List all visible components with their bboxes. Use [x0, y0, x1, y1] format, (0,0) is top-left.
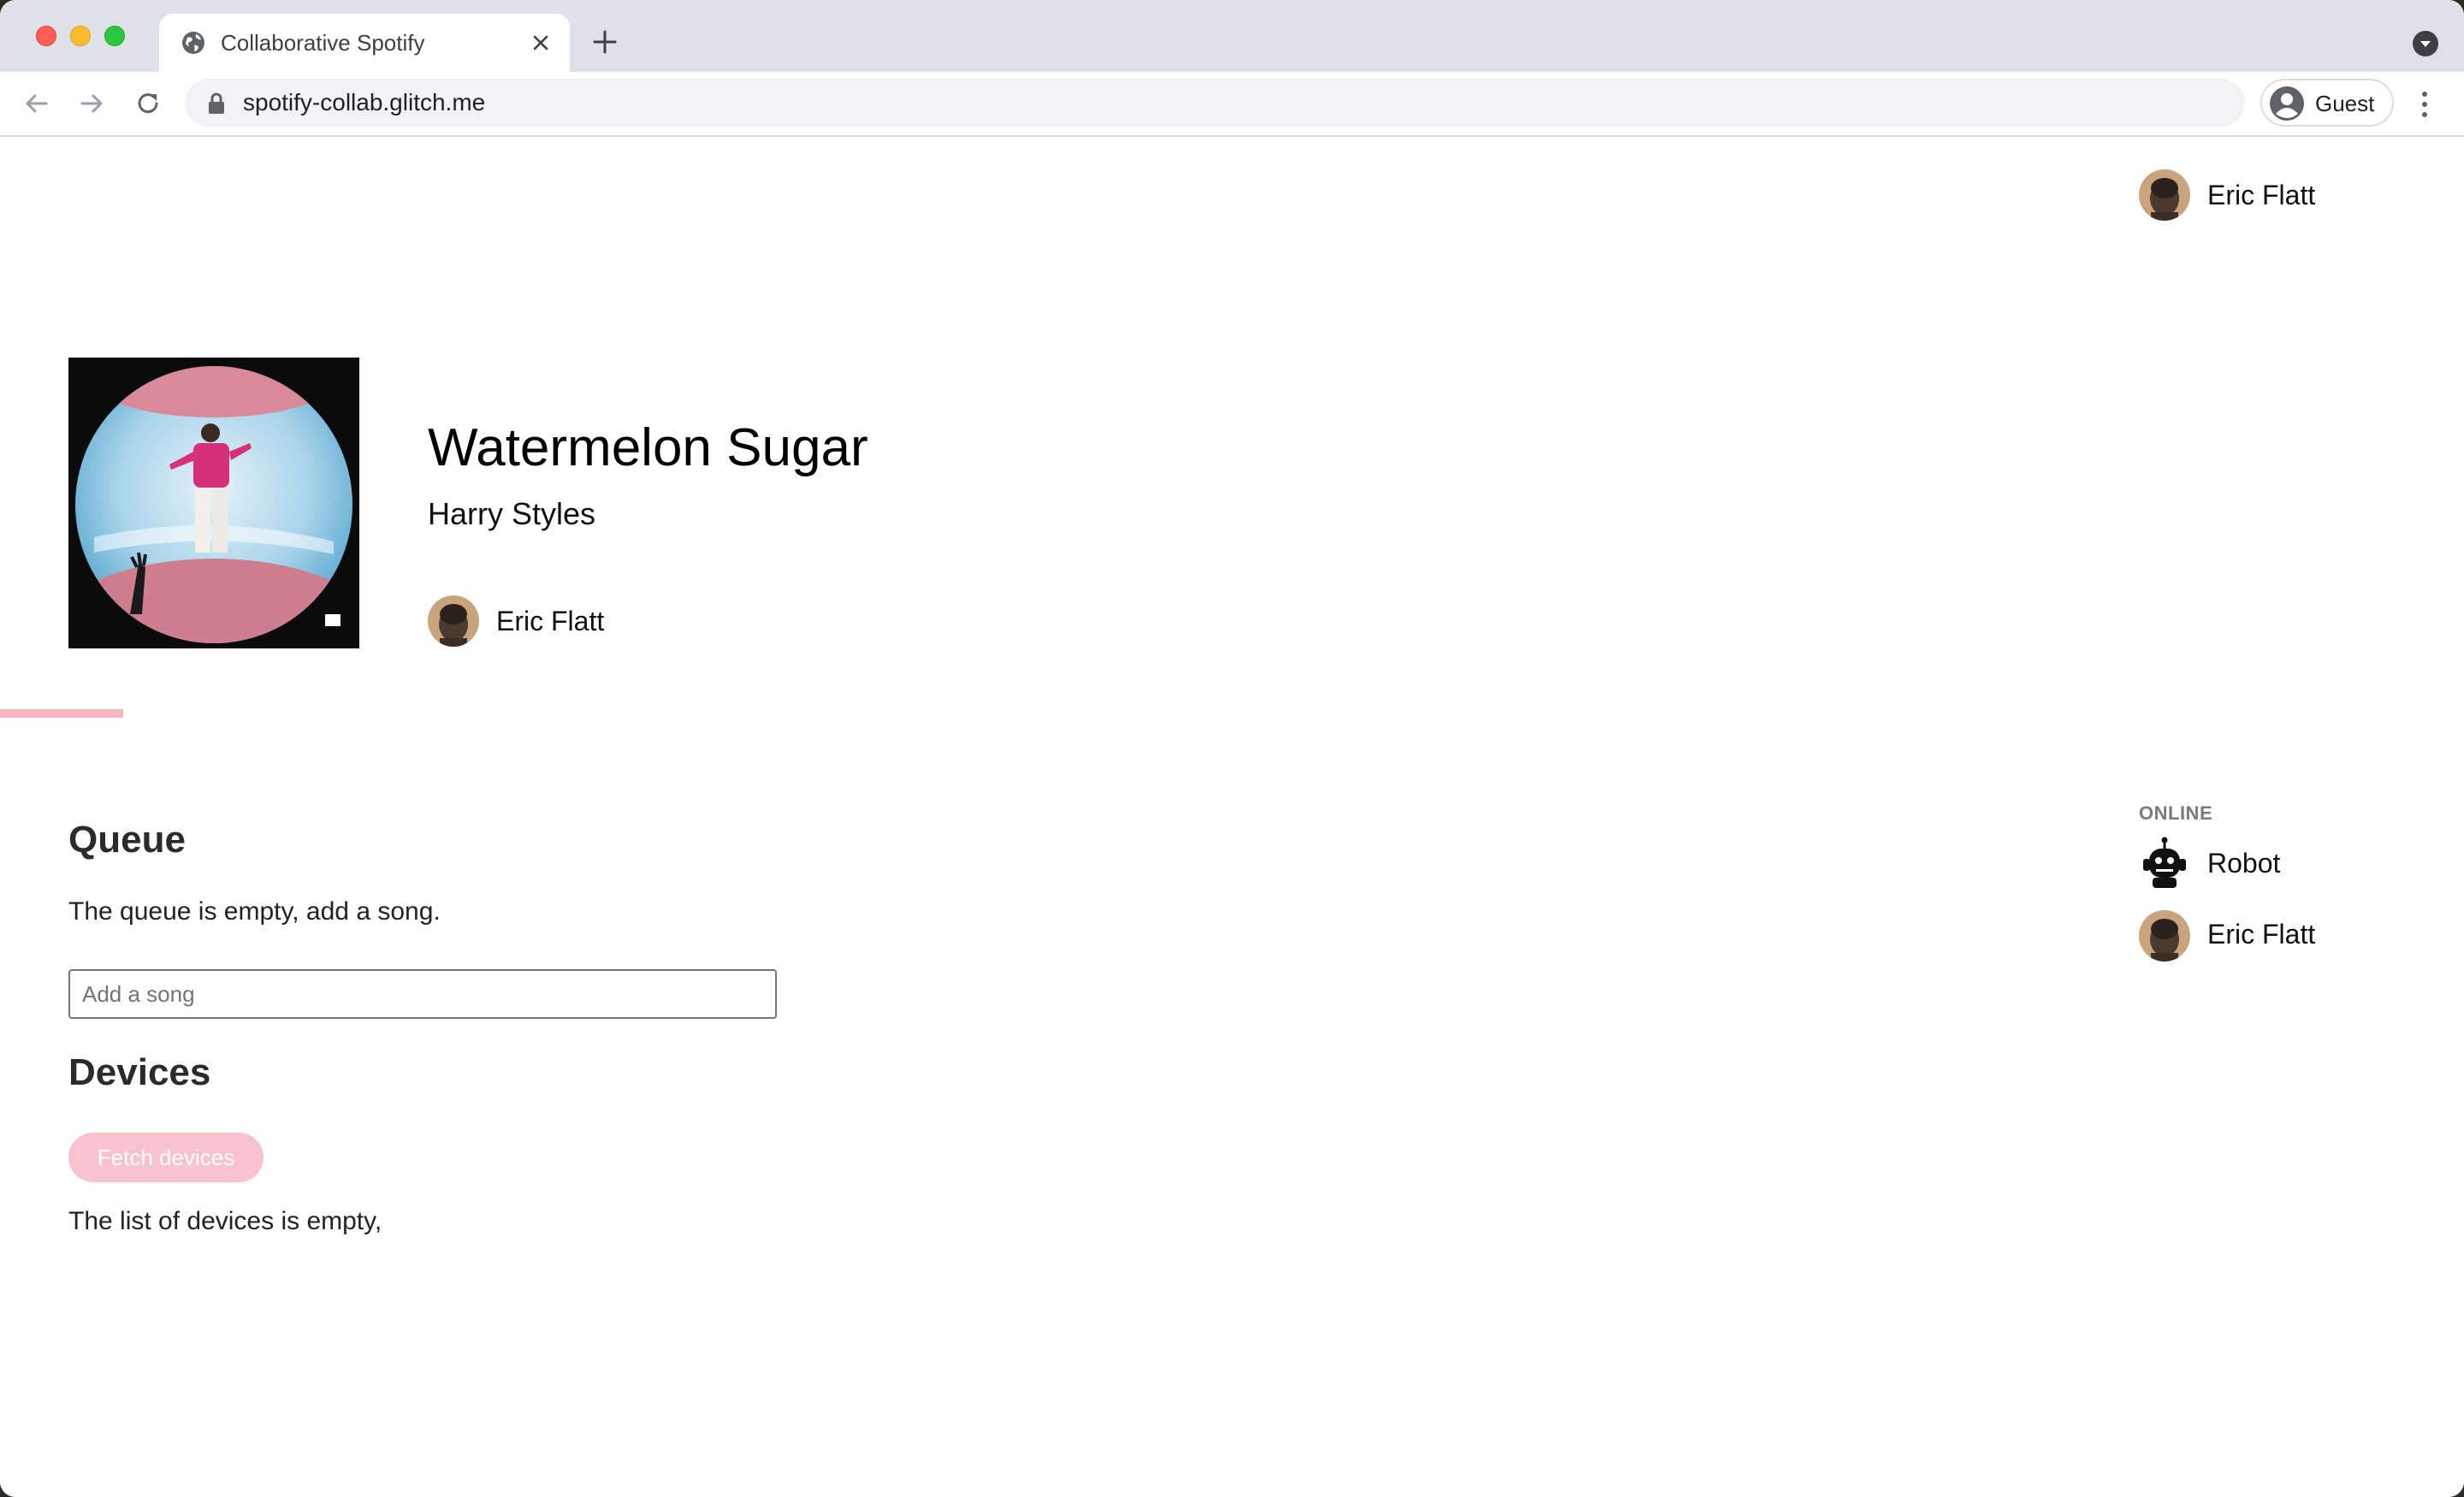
forward-arrow-icon[interactable]: [75, 87, 108, 120]
online-user-name: Robot: [2207, 848, 2281, 879]
online-user-avatar: [2139, 910, 2190, 962]
new-tab-icon[interactable]: [590, 27, 619, 56]
profile-button[interactable]: Guest: [2260, 79, 2394, 127]
devices-empty-text: The list of devices is empty,: [68, 1207, 382, 1235]
chevron-down-icon: [2420, 41, 2431, 47]
close-tab-icon[interactable]: [529, 31, 553, 55]
current-user-name: Eric Flatt: [2207, 180, 2316, 210]
devices-heading: Devices: [68, 1051, 211, 1093]
user-avatar-icon: [2139, 910, 2190, 962]
added-by-name: Eric Flatt: [496, 606, 605, 636]
current-user-avatar[interactable]: [2139, 169, 2190, 221]
tab-strip: Collaborative Spotify: [0, 0, 2464, 72]
online-user-name: Eric Flatt: [2207, 919, 2316, 950]
maximize-window-button[interactable]: [104, 26, 125, 46]
tab-title: Collaborative Spotify: [221, 30, 425, 56]
page-content: Eric Flatt Watermelon Sugar Harry Styles…: [0, 137, 2464, 1497]
browser-toolbar: spotify-collab.glitch.me Guest: [0, 72, 2464, 137]
tab-search-button[interactable]: [2413, 31, 2438, 56]
account-icon: [2270, 86, 2304, 121]
track-artist: Harry Styles: [428, 496, 596, 531]
online-heading: ONLINE: [2139, 802, 2213, 824]
browser-window: Collaborative Spotify spotify-collab.gli…: [0, 0, 2464, 1497]
user-avatar-icon: [428, 595, 479, 647]
reload-icon[interactable]: [132, 87, 164, 120]
url-text: spotify-collab.glitch.me: [243, 89, 486, 115]
minimize-window-button[interactable]: [70, 26, 91, 46]
back-arrow-icon[interactable]: [21, 87, 53, 120]
robot-avatar-icon: [2143, 837, 2186, 888]
track-title: Watermelon Sugar: [428, 418, 868, 477]
added-by-avatar: [428, 595, 479, 647]
playback-progress-fill: [0, 709, 123, 718]
user-avatar-icon: [2139, 169, 2190, 221]
fetch-devices-button[interactable]: Fetch devices: [68, 1133, 264, 1182]
address-bar[interactable]: spotify-collab.glitch.me: [185, 79, 2245, 127]
close-window-button[interactable]: [36, 26, 56, 46]
profile-label: Guest: [2315, 91, 2375, 116]
browser-tab[interactable]: Collaborative Spotify: [159, 14, 570, 72]
album-art: [68, 358, 359, 648]
more-menu-icon[interactable]: [2418, 89, 2431, 120]
queue-heading: Queue: [68, 819, 186, 861]
globe-icon: [182, 32, 204, 54]
queue-empty-text: The queue is empty, add a song.: [68, 897, 441, 926]
add-song-input[interactable]: [68, 969, 777, 1019]
playback-progress-bar[interactable]: [0, 709, 2464, 718]
lock-icon: [209, 92, 224, 114]
